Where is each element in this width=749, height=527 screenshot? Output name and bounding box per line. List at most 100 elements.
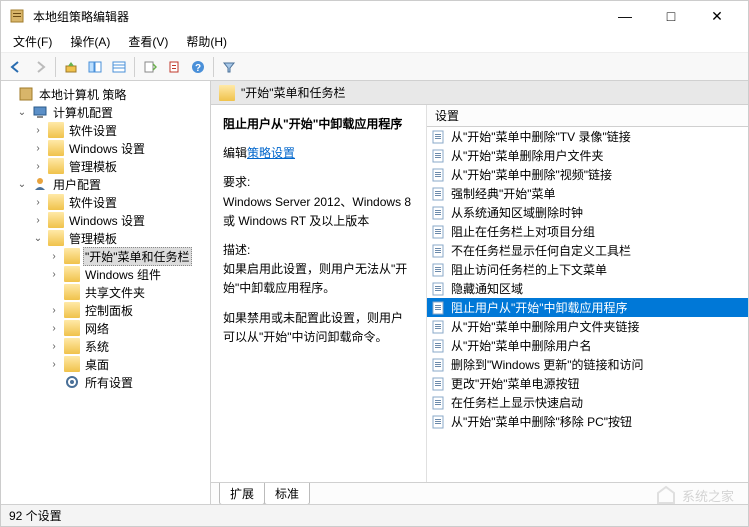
list-item[interactable]: 阻止在任务栏上对项目分组 <box>427 222 748 241</box>
content-pane: "开始"菜单和任务栏 阻止用户从"开始"中卸载应用程序 编辑策略设置 要求: W… <box>211 81 748 504</box>
tree-item[interactable]: ⌄管理模板 <box>1 229 210 247</box>
menu-help[interactable]: 帮助(H) <box>178 31 235 52</box>
scope-tree[interactable]: 本地计算机 策略 ⌄计算机配置 ›软件设置 ›Windows 设置 ›管理模板 … <box>1 81 211 504</box>
list-item[interactable]: 删除到"Windows 更新"的链接和访问 <box>427 355 748 374</box>
folder-icon <box>48 230 64 246</box>
folder-icon <box>64 248 80 264</box>
list-item[interactable]: 从"开始"菜单中删除"TV 录像"链接 <box>427 127 748 146</box>
tree-all-settings[interactable]: 所有设置 <box>1 373 210 391</box>
up-button[interactable] <box>60 56 82 78</box>
policy-item-icon <box>431 376 447 392</box>
edit-policy-link[interactable]: 策略设置 <box>247 146 295 160</box>
tree-item[interactable]: ›系统 <box>1 337 210 355</box>
list-item-label: 从"开始"菜单中删除"移除 PC"按钮 <box>451 413 632 430</box>
settings-list: 设置 从"开始"菜单中删除"TV 录像"链接从"开始"菜单删除用户文件夹从"开始… <box>426 105 748 482</box>
tree-item[interactable]: ›软件设置 <box>1 121 210 139</box>
requirements-label: 要求: <box>223 173 414 192</box>
tree-item[interactable]: ›Windows 设置 <box>1 211 210 229</box>
list-body[interactable]: 从"开始"菜单中删除"TV 录像"链接从"开始"菜单删除用户文件夹从"开始"菜单… <box>427 127 748 482</box>
tree-item[interactable]: ›网络 <box>1 319 210 337</box>
view-tabs: 扩展 标准 <box>211 482 748 504</box>
filter-button[interactable] <box>218 56 240 78</box>
menu-bar: 文件(F) 操作(A) 查看(V) 帮助(H) <box>1 31 748 53</box>
settings-icon <box>64 374 80 390</box>
list-item[interactable]: 从"开始"菜单中删除用户文件夹链接 <box>427 317 748 336</box>
tree-item[interactable]: ›管理模板 <box>1 157 210 175</box>
policy-item-icon <box>431 300 447 316</box>
tree-computer-config[interactable]: ⌄计算机配置 <box>1 103 210 121</box>
maximize-button[interactable]: □ <box>648 1 694 31</box>
requirements-text: Windows Server 2012、Windows 8 或 Windows … <box>223 193 414 231</box>
tree-start-menu-taskbar[interactable]: ›"开始"菜单和任务栏 <box>1 247 210 265</box>
svg-text:?: ? <box>195 63 201 74</box>
policy-item-icon <box>431 243 447 259</box>
list-item[interactable]: 隐藏通知区域 <box>427 279 748 298</box>
edit-policy-line: 编辑策略设置 <box>223 144 414 163</box>
list-item[interactable]: 从系统通知区域删除时钟 <box>427 203 748 222</box>
tree-item[interactable]: 共享文件夹 <box>1 283 210 301</box>
properties-button[interactable] <box>163 56 185 78</box>
content-header-label: "开始"菜单和任务栏 <box>241 84 346 101</box>
list-item[interactable]: 阻止用户从"开始"中卸载应用程序 <box>427 298 748 317</box>
help-button[interactable]: ? <box>187 56 209 78</box>
policy-item-icon <box>431 319 447 335</box>
list-item[interactable]: 不在任务栏显示任何自定义工具栏 <box>427 241 748 260</box>
title-bar: 本地组策略编辑器 — □ ✕ <box>1 1 748 31</box>
show-hide-tree-button[interactable] <box>84 56 106 78</box>
folder-icon <box>219 85 235 101</box>
content-body: 阻止用户从"开始"中卸载应用程序 编辑策略设置 要求: Windows Serv… <box>211 105 748 482</box>
folder-icon <box>48 122 64 138</box>
policy-item-icon <box>431 262 447 278</box>
list-item-label: 从"开始"菜单中删除"TV 录像"链接 <box>451 128 631 145</box>
policy-item-icon <box>431 148 447 164</box>
folder-icon <box>64 356 80 372</box>
window-controls: — □ ✕ <box>602 1 740 31</box>
policy-item-icon <box>431 224 447 240</box>
list-item[interactable]: 从"开始"菜单删除用户文件夹 <box>427 146 748 165</box>
policy-item-icon <box>431 129 447 145</box>
list-item[interactable]: 从"开始"菜单中删除用户名 <box>427 336 748 355</box>
list-item-label: 隐藏通知区域 <box>451 280 523 297</box>
menu-file[interactable]: 文件(F) <box>5 31 60 52</box>
forward-button[interactable] <box>29 56 51 78</box>
tree-item[interactable]: ›Windows 组件 <box>1 265 210 283</box>
menu-action[interactable]: 操作(A) <box>62 31 118 52</box>
computer-icon <box>32 104 48 120</box>
tab-extended[interactable]: 扩展 <box>219 483 265 504</box>
tab-standard[interactable]: 标准 <box>264 483 310 504</box>
folder-icon <box>48 194 64 210</box>
tree-user-config[interactable]: ⌄用户配置 <box>1 175 210 193</box>
details-button[interactable] <box>108 56 130 78</box>
list-item-label: 从"开始"菜单中删除"视频"链接 <box>451 166 612 183</box>
list-item[interactable]: 从"开始"菜单中删除"视频"链接 <box>427 165 748 184</box>
minimize-button[interactable]: — <box>602 1 648 31</box>
tree-root[interactable]: 本地计算机 策略 <box>1 85 210 103</box>
folder-icon <box>64 266 80 282</box>
list-item[interactable]: 强制经典"开始"菜单 <box>427 184 748 203</box>
list-item[interactable]: 从"开始"菜单中删除"移除 PC"按钮 <box>427 412 748 431</box>
list-item[interactable]: 更改"开始"菜单电源按钮 <box>427 374 748 393</box>
policy-item-icon <box>431 357 447 373</box>
folder-icon <box>48 158 64 174</box>
tree-item[interactable]: ›Windows 设置 <box>1 139 210 157</box>
list-column-header[interactable]: 设置 <box>427 105 748 127</box>
description-pane: 阻止用户从"开始"中卸载应用程序 编辑策略设置 要求: Windows Serv… <box>211 105 426 482</box>
tree-item[interactable]: ›桌面 <box>1 355 210 373</box>
selected-setting-title: 阻止用户从"开始"中卸载应用程序 <box>223 115 414 134</box>
tree-item[interactable]: ›控制面板 <box>1 301 210 319</box>
close-button[interactable]: ✕ <box>694 1 740 31</box>
export-button[interactable] <box>139 56 161 78</box>
status-bar: 92 个设置 <box>1 504 748 526</box>
policy-item-icon <box>431 414 447 430</box>
toolbar-separator <box>213 57 214 77</box>
tree-item[interactable]: ›软件设置 <box>1 193 210 211</box>
menu-view[interactable]: 查看(V) <box>120 31 176 52</box>
policy-item-icon <box>431 395 447 411</box>
window-title: 本地组策略编辑器 <box>33 8 602 25</box>
status-text: 92 个设置 <box>9 507 62 524</box>
back-button[interactable] <box>5 56 27 78</box>
folder-icon <box>48 212 64 228</box>
list-item-label: 从"开始"菜单中删除用户文件夹链接 <box>451 318 640 335</box>
list-item[interactable]: 阻止访问任务栏的上下文菜单 <box>427 260 748 279</box>
list-item[interactable]: 在任务栏上显示快速启动 <box>427 393 748 412</box>
